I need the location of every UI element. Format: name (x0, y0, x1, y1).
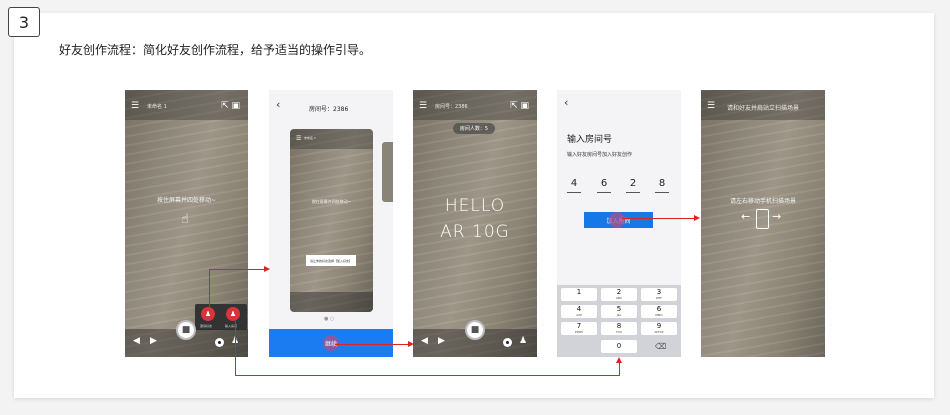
key-9[interactable]: 9 WXYZ (641, 322, 677, 335)
record-dot[interactable] (215, 338, 224, 347)
key-6[interactable]: 6 MNO (641, 305, 677, 318)
friend-popup: ♟ ♟ 邀请好友 输入房间 (195, 304, 247, 330)
scan-hint: 请左右移动手机扫描场景 (729, 198, 796, 205)
digit-4[interactable]: 8 (656, 178, 668, 189)
room-number-label: 房间号：2386 (309, 106, 349, 113)
user-icon[interactable]: ♟ (519, 336, 527, 346)
flow-arrow-1-head (264, 266, 270, 272)
key-8[interactable]: 8 TUV (601, 322, 637, 335)
video-icon[interactable]: ■ (176, 320, 196, 340)
ar-text-hello: HELLO (444, 196, 506, 216)
hand-icon: ☝ (181, 212, 189, 227)
record-dot[interactable] (503, 338, 512, 347)
flow-arrow-3-head (616, 357, 622, 363)
ar-text-10g: AR 10G (440, 222, 510, 242)
flow-arrow-1 (209, 269, 210, 307)
digit-1[interactable]: 4 (568, 178, 580, 189)
instruction-title: 请和好友并肩站立扫描场景 (727, 105, 800, 112)
numeric-keypad: 1 2 ABC 3 DEF 4 GHI 5 JKL 6 MNO 7 PQRS 8 TUV 9W… (557, 285, 681, 357)
project-title: 未命名 1 (147, 104, 167, 110)
flow-arrow-2 (335, 344, 409, 345)
join-room-button[interactable]: ♟ (226, 307, 240, 321)
screen-2-share-room: ‹ 房间号：2386 ☰ 未命名 1 按住屏幕并四处移动~ 请让你的好友选择【加… (269, 90, 393, 357)
page-dots: ● ○ (324, 316, 335, 322)
step-number-badge: 3 (8, 7, 40, 37)
flow-arrow-3 (619, 362, 620, 376)
enter-room-subtitle: 输入好友房间号加入好友创作 (567, 152, 633, 158)
back-arrow-icon[interactable]: ◀ (421, 336, 428, 346)
scan-hint: 按住屏幕并四处移动~ (156, 197, 217, 204)
key-3[interactable]: 3 DEF (641, 288, 677, 301)
back-icon[interactable]: ‹ (276, 98, 280, 111)
key-7[interactable]: 7 PQRS (561, 322, 597, 335)
screen-4-enter-room: ‹ 输入房间号 输入好友房间号加入好友创作 4 6 2 8 加入房间 1 2AB… (557, 90, 681, 357)
flow-arrow-3 (235, 321, 236, 376)
enter-room-title: 输入房间号 (567, 135, 613, 145)
share-save-icons[interactable]: ⇱ ▣ (510, 101, 529, 111)
ar-text-object[interactable]: HELLO AR 10G (413, 193, 537, 245)
left-arrow-icon: ← (741, 210, 751, 223)
screen-3-collaboration: ☰ 房间号：2386 ⇱ ▣ 房间人数：5 HELLO AR 10G ◀ ▶ ♟… (413, 90, 537, 357)
invite-friend-button[interactable]: ♟ (201, 307, 215, 321)
continue-button[interactable]: 继续 (269, 329, 393, 357)
preview-hint: 按住屏幕并四处移动~ (311, 199, 352, 204)
menu-icon[interactable]: ☰ (419, 101, 427, 111)
digit-2[interactable]: 6 (598, 178, 610, 189)
phone-icon (756, 209, 769, 229)
key-5[interactable]: 5 JKL (601, 305, 637, 318)
top-bar: ☰ 请和好友并肩站立扫描场景 (701, 90, 825, 120)
member-count-badge: 房间人数：5 (453, 123, 495, 134)
preview-card: ☰ 未命名 1 按住屏幕并四处移动~ 请让你的好友选择【加入好友】 (290, 129, 373, 312)
screen-5-scan-together: ☰ 请和好友并肩站立扫描场景 请左右移动手机扫描场景 ← → (701, 90, 825, 357)
back-arrow-icon[interactable]: ◀ (133, 336, 140, 346)
screen-1-ar-scan: ☰ 未命名 1 ⇱ ▣ 按住屏幕并四处移动~ ☝ ♟ ♟ 邀请好友 输入房间 ◀… (125, 90, 248, 357)
flow-arrow-1 (209, 269, 265, 270)
flow-description: 好友创作流程：简化好友创作流程，给予适当的操作引导。 (59, 43, 372, 57)
invite-friend-label: 邀请好友 (200, 324, 213, 328)
menu-icon: ☰ (296, 135, 302, 142)
tooltip: 请让你的好友选择【加入好友】 (306, 255, 356, 266)
right-arrow-icon: → (772, 210, 782, 223)
backspace-icon[interactable]: ⌫ (655, 342, 666, 351)
key-4[interactable]: 4 GHI (561, 305, 597, 318)
flow-arrow-4-head (694, 215, 700, 221)
next-preview-card (382, 142, 393, 202)
top-bar: ☰ 房间号：2386 ⇱ ▣ (413, 90, 537, 120)
forward-arrow-icon[interactable]: ▶ (438, 336, 445, 346)
key-1[interactable]: 1 (561, 288, 597, 301)
flow-arrow-2-head (408, 341, 414, 347)
forward-arrow-icon[interactable]: ▶ (150, 336, 157, 346)
flow-arrow-3 (235, 375, 620, 376)
menu-icon[interactable]: ☰ (131, 101, 139, 111)
share-save-icons[interactable]: ⇱ ▣ (221, 101, 240, 111)
digit-3[interactable]: 2 (627, 178, 639, 189)
tap-indicator (609, 212, 625, 228)
room-number: 房间号：2386 (435, 104, 468, 110)
key-2[interactable]: 2 ABC (601, 288, 637, 301)
preview-title: 未命名 1 (304, 136, 316, 140)
menu-icon[interactable]: ☰ (707, 101, 715, 111)
video-icon[interactable]: ■ (465, 320, 485, 340)
flow-arrow-4 (622, 218, 695, 219)
top-bar: ☰ 未命名 1 ⇱ ▣ (125, 90, 248, 120)
key-0[interactable]: 0 (601, 340, 637, 353)
back-icon[interactable]: ‹ (564, 96, 568, 109)
